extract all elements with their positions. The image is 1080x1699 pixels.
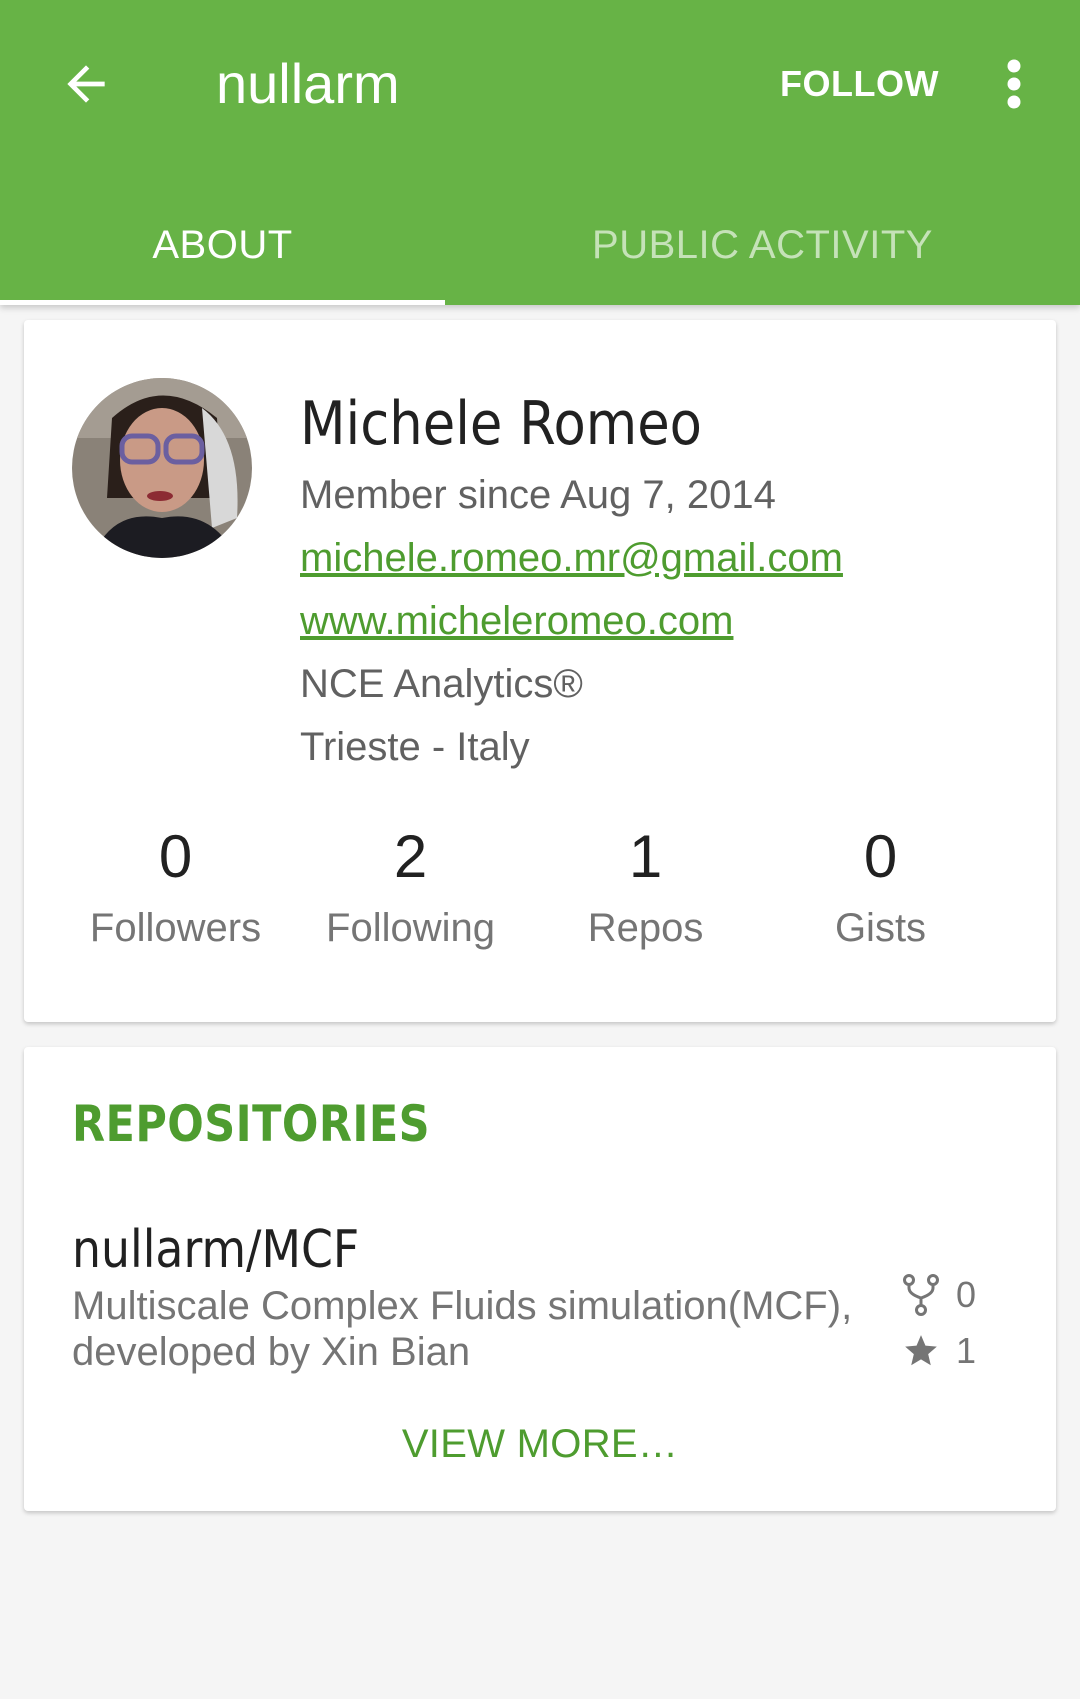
back-button[interactable] xyxy=(50,48,122,120)
view-more-button[interactable]: VIEW MORE… xyxy=(24,1422,1056,1467)
stat-label: Following xyxy=(326,906,495,950)
arrow-back-icon xyxy=(67,65,105,103)
stat-label: Gists xyxy=(834,906,927,950)
tab-public-activity[interactable]: PUBLIC ACTIVITY xyxy=(445,190,1080,305)
repo-stats: 0 1 xyxy=(902,1267,1012,1379)
fork-count: 0 xyxy=(902,1267,1012,1323)
repositories-header: REPOSITORIES xyxy=(72,1095,431,1153)
avatar-image xyxy=(72,378,252,558)
app-bar: nullarm FOLLOW ABOUT PUBLIC ACTIVITY xyxy=(0,0,1080,305)
profile-info: Michele Romeo Member since Aug 7, 2014 m… xyxy=(300,388,843,779)
location: Trieste - Italy xyxy=(300,725,530,769)
stat-repos[interactable]: 1 Repos xyxy=(528,820,763,962)
repo-description: Multiscale Complex Fluids simulation(MCF… xyxy=(72,1284,853,1374)
stat-followers[interactable]: 0 Followers xyxy=(58,820,293,962)
page-title: nullarm xyxy=(216,52,400,115)
stat-value: 2 xyxy=(393,823,428,890)
more-vert-icon xyxy=(1007,59,1021,109)
stat-value: 1 xyxy=(628,823,663,890)
list-item[interactable]: nullarm/MCF Multiscale Complex Fluids si… xyxy=(72,1217,1012,1392)
stat-value: 0 xyxy=(863,823,898,890)
profile-card: Michele Romeo Member since Aug 7, 2014 m… xyxy=(24,320,1056,1022)
stat-gists[interactable]: 0 Gists xyxy=(763,820,998,962)
repositories-card: REPOSITORIES nullarm/MCF Multiscale Comp… xyxy=(24,1047,1056,1511)
tab-about[interactable]: ABOUT xyxy=(0,190,445,305)
stat-label: Followers xyxy=(89,906,262,950)
company: NCE Analytics® xyxy=(300,662,583,706)
tab-bar: ABOUT PUBLIC ACTIVITY xyxy=(0,190,1080,305)
stat-following[interactable]: 2 Following xyxy=(293,820,528,962)
profile-stats: 0 Followers 2 Following 1 Repos 0 Gists xyxy=(24,820,1056,962)
star-count: 1 xyxy=(902,1323,1012,1379)
repo-name: nullarm/MCF xyxy=(72,1220,360,1280)
email-link[interactable]: michele.romeo.mr@gmail.com xyxy=(300,527,843,590)
member-since: Member since Aug 7, 2014 xyxy=(300,473,776,517)
fork-value: 0 xyxy=(956,1274,977,1315)
stat-value: 0 xyxy=(158,823,193,890)
avatar[interactable] xyxy=(72,378,252,558)
stat-label: Repos xyxy=(587,906,704,950)
follow-button[interactable]: FOLLOW xyxy=(780,48,939,120)
fork-icon xyxy=(903,1274,939,1316)
more-options-button[interactable] xyxy=(990,48,1038,120)
profile-name: Michele Romeo xyxy=(300,389,702,459)
website-link[interactable]: www.micheleromeo.com xyxy=(300,590,843,653)
star-value: 1 xyxy=(956,1330,977,1371)
star-icon xyxy=(905,1335,937,1366)
